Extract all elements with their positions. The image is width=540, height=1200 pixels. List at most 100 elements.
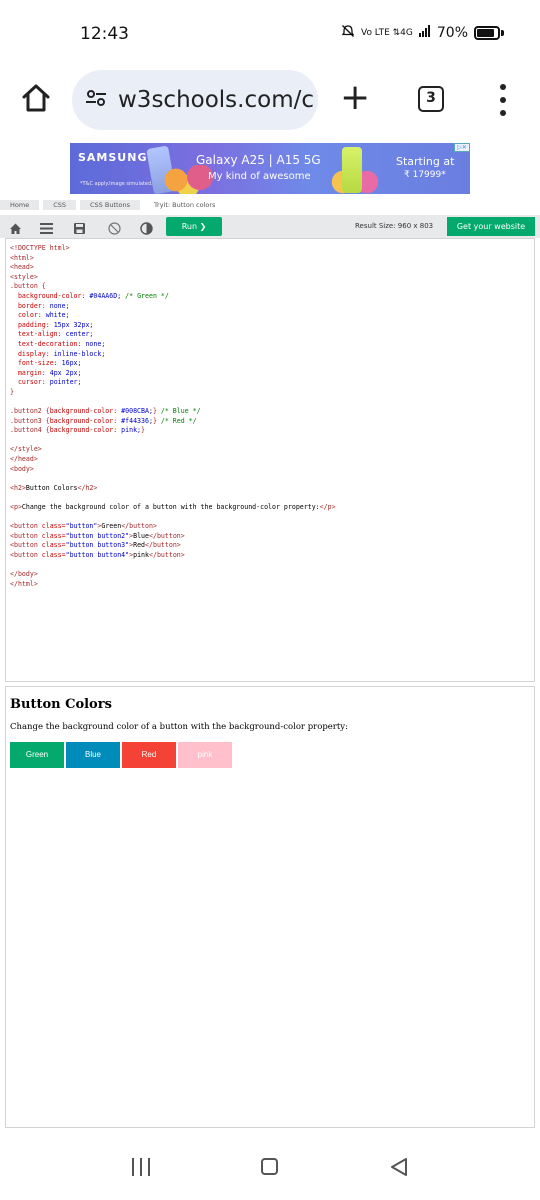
code-token: <!DOCTYPE html> [10,244,70,252]
code-token: .button4 { [10,426,50,435]
code-token: pointer; [45,378,82,387]
ad-subtitle: My kind of awesome [208,171,311,182]
code-token: /* Green */ [121,291,169,300]
breadcrumb-current: Tryit: Button colors [154,201,216,209]
code-line: </body> [10,570,530,580]
code-line: border: none; [10,302,530,312]
code-token: <button [10,541,42,550]
code-token: "button button3" [65,541,130,550]
code-line: <button class="button button2">Blue</but… [10,532,530,542]
demo-button-blue[interactable]: Blue [66,742,120,768]
code-token: #04AA6D; [85,291,122,300]
alarm-off-icon [341,24,355,42]
result-heading: Button Colors [10,697,112,712]
home-icon[interactable] [9,220,22,234]
demo-button-green[interactable]: Green [10,742,64,768]
code-token: <head> [10,263,34,272]
rotate-icon[interactable] [108,220,121,235]
theme-toggle-icon[interactable] [140,220,153,235]
code-token: #f44336; [117,416,153,425]
code-token: 16px; [57,359,82,368]
home-icon[interactable] [20,82,52,114]
get-website-button[interactable]: Get your website [447,217,535,236]
code-line: <head> [10,263,530,273]
status-bar: 12:43 Vo LTE ⇅4G 70% [0,0,540,66]
code-token: pink; [117,426,142,435]
code-line: margin: 4px 2px; [10,369,530,379]
signal-icon [418,25,431,41]
code-token: <button [10,531,42,540]
code-token: inline-block; [49,349,106,358]
menu-icon[interactable] [40,220,53,234]
site-settings-icon[interactable] [84,86,108,114]
code-token: <body> [10,464,34,473]
code-token: } [10,387,14,396]
save-icon[interactable] [73,220,86,234]
new-tab-icon[interactable]: + [340,78,370,118]
code-line: <html> [10,254,530,264]
breadcrumb-css[interactable]: CSS [43,200,76,210]
code-token: text-decoration: [17,339,82,348]
ad-banner[interactable]: SAMSUNG *T&C apply.Image simulated. Gala… [70,143,470,194]
code-line: <style> [10,273,530,283]
code-token: text-align: [17,330,62,339]
run-button[interactable]: Run ❯ [166,217,222,236]
code-line: font-size: 16px; [10,359,530,369]
code-token: <h2> [10,483,26,492]
code-token: border: [17,301,46,310]
battery-icon [474,26,500,40]
tab-switcher-button[interactable]: 3 [418,86,444,112]
nav-home-icon[interactable] [261,1158,278,1175]
code-token: white; [41,311,70,320]
back-icon[interactable] [388,1156,410,1182]
code-line: .button3 {background-color: #f44336;} /*… [10,417,530,427]
demo-button-pink[interactable]: pink [178,742,232,768]
code-line: .button4 {background-color: pink;} [10,426,530,436]
code-token: "button button4" [65,551,130,559]
code-token: background-color: [49,426,118,435]
result-size: Result Size: 960 x 803 [355,222,434,230]
recent-apps-icon[interactable] [132,1158,150,1176]
code-token: </button> [149,551,185,559]
demo-button-red[interactable]: Red [122,742,176,768]
breadcrumb-home[interactable]: Home [0,200,40,210]
result-description: Change the background color of a button … [10,722,348,732]
code-token: Green [101,522,122,531]
code-token: <button [10,551,42,559]
result-frame: Button Colors Change the background colo… [5,686,535,1128]
code-token: Button Colors [25,483,78,492]
code-line: </html> [10,580,530,590]
breadcrumb-css-buttons[interactable]: CSS Buttons [80,200,141,210]
code-token: "button" [65,522,98,531]
code-token: </p> [319,503,336,512]
code-token: none; [45,301,70,310]
code-editor[interactable]: <!DOCTYPE html> <html> <head> <style> .butto… [5,238,535,682]
code-line: padding: 15px 32px; [10,321,530,331]
code-token: </h2> [77,483,98,492]
address-bar[interactable]: w3schools.com/c [72,70,318,130]
code-token: class= [41,531,66,540]
code-token: </body> [10,570,38,579]
code-token: </button> [145,541,181,550]
browser-toolbar: w3schools.com/c + 3 [0,68,540,132]
ad-choices-icon[interactable]: ▷✕ [454,143,470,152]
code-token: 4px 2px; [45,368,82,377]
code-line: text-decoration: none; [10,340,530,350]
code-token: class= [41,551,66,559]
code-line: </head> [10,455,530,465]
code-token: #008CBA; [117,407,153,416]
url-text[interactable]: w3schools.com/c [118,87,314,113]
code-token: </html> [10,579,38,588]
more-menu-icon[interactable] [498,84,508,116]
